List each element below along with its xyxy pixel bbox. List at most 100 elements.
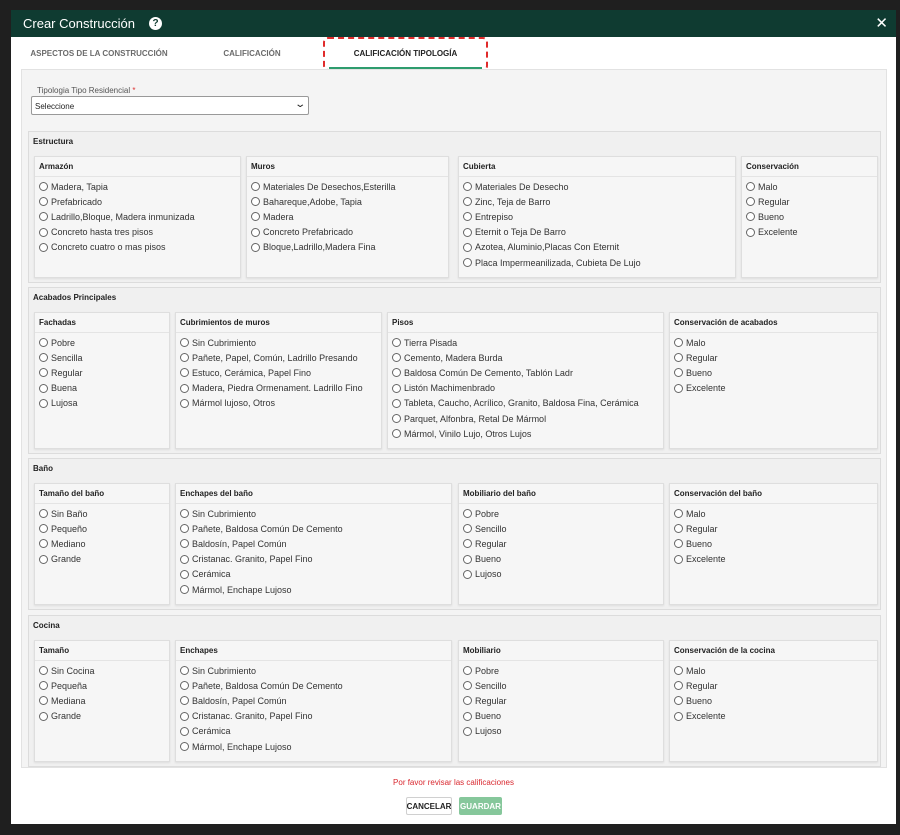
radio-option[interactable]: Concreto Prefabricado	[247, 225, 448, 240]
tab-calificacion[interactable]: CALIFICACIÓN	[175, 45, 329, 69]
radio-button[interactable]	[463, 197, 472, 207]
radio-button[interactable]	[180, 338, 189, 348]
radio-option[interactable]: Lujoso	[459, 724, 663, 739]
radio-button[interactable]	[180, 368, 189, 378]
radio-button[interactable]	[180, 726, 189, 736]
radio-button[interactable]	[463, 554, 472, 564]
radio-button[interactable]	[180, 398, 189, 408]
radio-button[interactable]	[39, 711, 48, 721]
radio-option[interactable]: Lujoso	[459, 567, 663, 582]
cancel-button[interactable]: CANCELAR	[406, 797, 452, 815]
radio-button[interactable]	[463, 539, 472, 549]
radio-option[interactable]: Bloque,Ladrillo,Madera Fina	[247, 240, 448, 255]
radio-option[interactable]: Buena	[35, 381, 169, 396]
radio-option[interactable]: Excelente	[670, 709, 877, 724]
radio-button[interactable]	[180, 742, 189, 752]
radio-option[interactable]: Bueno	[670, 693, 877, 708]
radio-option[interactable]: Sin Cocina	[35, 663, 169, 678]
save-button[interactable]: GUARDAR	[459, 797, 502, 815]
radio-option[interactable]: Sin Baño	[35, 506, 169, 521]
radio-option[interactable]: Pobre	[459, 663, 663, 678]
radio-option[interactable]: Grande	[35, 709, 169, 724]
radio-button[interactable]	[39, 524, 48, 534]
radio-option[interactable]: Sencillo	[459, 521, 663, 536]
radio-option[interactable]: Cerámica	[176, 724, 451, 739]
radio-option[interactable]: Azotea, Aluminio,Placas Con Eternit	[459, 240, 735, 255]
radio-option[interactable]: Bahareque,Adobe, Tapia	[247, 194, 448, 209]
radio-option[interactable]: Malo	[670, 506, 877, 521]
radio-button[interactable]	[180, 681, 189, 691]
radio-option[interactable]: Placa Impermeanilizada, Cubieta De Lujo	[459, 255, 735, 270]
radio-option[interactable]: Excelente	[670, 381, 877, 396]
radio-button[interactable]	[463, 681, 472, 691]
radio-button[interactable]	[251, 227, 260, 237]
radio-button[interactable]	[180, 585, 189, 595]
radio-option[interactable]: Pañete, Baldosa Común De Cemento	[176, 678, 451, 693]
radio-option[interactable]: Pobre	[35, 335, 169, 350]
radio-button[interactable]	[39, 554, 48, 564]
radio-option[interactable]: Materiales De Desechos,Esterilla	[247, 179, 448, 194]
radio-option[interactable]: Regular	[35, 365, 169, 380]
radio-option[interactable]: Zinc, Teja de Barro	[459, 194, 735, 209]
radio-button[interactable]	[463, 711, 472, 721]
radio-button[interactable]	[39, 681, 48, 691]
radio-button[interactable]	[674, 711, 683, 721]
radio-button[interactable]	[674, 524, 683, 534]
radio-button[interactable]	[674, 681, 683, 691]
radio-button[interactable]	[463, 182, 472, 192]
radio-button[interactable]	[39, 509, 48, 519]
radio-button[interactable]	[180, 666, 189, 676]
radio-option[interactable]: Sencilla	[35, 350, 169, 365]
radio-button[interactable]	[463, 569, 472, 579]
radio-button[interactable]	[746, 182, 755, 192]
radio-button[interactable]	[39, 666, 48, 676]
radio-option[interactable]: Mármol, Enchape Lujoso	[176, 739, 451, 754]
radio-option[interactable]: Madera	[247, 209, 448, 224]
radio-button[interactable]	[392, 398, 401, 408]
radio-option[interactable]: Listón Machimenbrado	[388, 381, 663, 396]
radio-button[interactable]	[463, 258, 472, 268]
radio-option[interactable]: Grande	[35, 552, 169, 567]
radio-button[interactable]	[674, 696, 683, 706]
radio-button[interactable]	[39, 227, 48, 237]
radio-button[interactable]	[392, 383, 401, 393]
tipologia-select[interactable]: Seleccione ⌄	[31, 96, 309, 115]
radio-button[interactable]	[392, 429, 401, 439]
radio-option[interactable]: Regular	[459, 693, 663, 708]
radio-option[interactable]: Concreto hasta tres pisos	[35, 225, 240, 240]
radio-button[interactable]	[251, 197, 260, 207]
radio-button[interactable]	[746, 197, 755, 207]
radio-button[interactable]	[463, 726, 472, 736]
radio-button[interactable]	[39, 242, 48, 252]
radio-option[interactable]: Lujosa	[35, 396, 169, 411]
radio-option[interactable]: Estuco, Cerámica, Papel Fino	[176, 365, 381, 380]
radio-option[interactable]: Sin Cubrimiento	[176, 335, 381, 350]
radio-button[interactable]	[39, 539, 48, 549]
radio-option[interactable]: Tierra Pisada	[388, 335, 663, 350]
radio-button[interactable]	[674, 383, 683, 393]
tab-aspectos-construccion[interactable]: ASPECTOS DE LA CONSTRUCCIÓN	[23, 45, 175, 69]
radio-option[interactable]: Regular	[670, 350, 877, 365]
radio-button[interactable]	[39, 383, 48, 393]
radio-option[interactable]: Pañete, Papel, Común, Ladrillo Presando	[176, 350, 381, 365]
radio-option[interactable]: Baldosín, Papel Común	[176, 536, 451, 551]
radio-option[interactable]: Excelente	[670, 552, 877, 567]
help-icon[interactable]: ?	[149, 17, 162, 30]
radio-button[interactable]	[463, 524, 472, 534]
radio-option[interactable]: Malo	[742, 179, 877, 194]
radio-button[interactable]	[674, 666, 683, 676]
radio-button[interactable]	[180, 539, 189, 549]
radio-button[interactable]	[392, 368, 401, 378]
radio-option[interactable]: Excelente	[742, 225, 877, 240]
radio-option[interactable]: Cemento, Madera Burda	[388, 350, 663, 365]
radio-button[interactable]	[39, 398, 48, 408]
radio-button[interactable]	[746, 227, 755, 237]
radio-option[interactable]: Materiales De Desecho	[459, 179, 735, 194]
radio-button[interactable]	[39, 696, 48, 706]
radio-button[interactable]	[180, 383, 189, 393]
radio-button[interactable]	[463, 227, 472, 237]
radio-option[interactable]: Ladrillo,Bloque, Madera inmunizada	[35, 209, 240, 224]
radio-button[interactable]	[463, 666, 472, 676]
radio-option[interactable]: Cerámica	[176, 567, 451, 582]
radio-option[interactable]: Parquet, Alfonbra, Retal De Mármol	[388, 411, 663, 426]
